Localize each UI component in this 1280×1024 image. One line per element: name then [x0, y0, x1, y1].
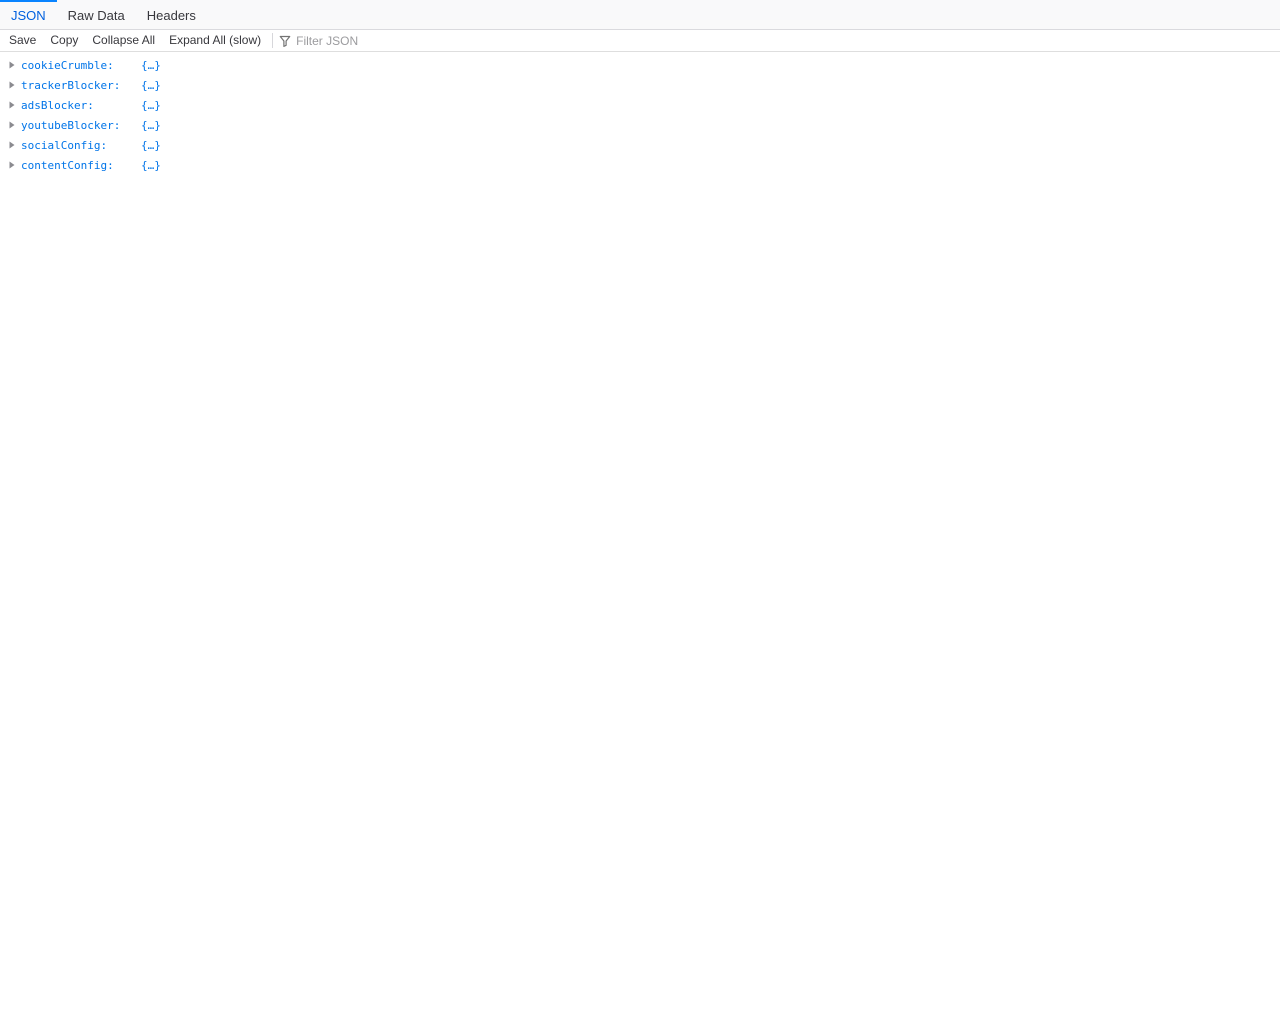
json-key: cookieCrumble: — [21, 58, 114, 72]
funnel-icon — [279, 35, 291, 47]
json-collapsed-value: {…} — [141, 118, 161, 132]
tree-row-socialConfig[interactable]: socialConfig: {…} — [0, 135, 1280, 155]
expander-triangle-icon[interactable] — [8, 61, 16, 69]
expander-triangle-icon[interactable] — [8, 161, 16, 169]
json-collapsed-value: {…} — [141, 78, 161, 92]
tab-raw-data[interactable]: Raw Data — [57, 0, 136, 29]
tree-row-adsBlocker[interactable]: adsBlocker: {…} — [0, 95, 1280, 115]
tab-json-label: JSON — [11, 8, 46, 23]
tree-row-youtubeBlocker[interactable]: youtubeBlocker: {…} — [0, 115, 1280, 135]
json-key: contentConfig: — [21, 158, 114, 172]
json-toolbar: Save Copy Collapse All Expand All (slow) — [0, 30, 1280, 52]
json-collapsed-value: {…} — [141, 58, 161, 72]
json-key: trackerBlocker: — [21, 78, 121, 92]
filter-container — [279, 33, 517, 48]
filter-json-input[interactable] — [296, 33, 517, 48]
json-key: youtubeBlocker: — [21, 118, 121, 132]
json-collapsed-value: {…} — [141, 138, 161, 152]
tab-headers-label: Headers — [146, 8, 196, 23]
expander-triangle-icon[interactable] — [8, 141, 16, 149]
tab-headers[interactable]: Headers — [136, 0, 207, 29]
copy-button[interactable]: Copy — [44, 30, 84, 51]
json-key: socialConfig: — [21, 138, 108, 152]
tree-row-cookieCrumble[interactable]: cookieCrumble: {…} — [0, 55, 1280, 75]
tab-json[interactable]: JSON — [0, 0, 57, 29]
json-tree-panel: cookieCrumble: {…} trackerBlocker: {…} a… — [0, 52, 1280, 175]
expand-all-button[interactable]: Expand All (slow) — [163, 30, 267, 51]
viewer-tabbar: JSON Raw Data Headers — [0, 0, 1280, 30]
json-key: adsBlocker: — [21, 98, 94, 112]
save-button[interactable]: Save — [3, 30, 42, 51]
json-collapsed-value: {…} — [141, 98, 161, 112]
expander-triangle-icon[interactable] — [8, 121, 16, 129]
collapse-all-button[interactable]: Collapse All — [86, 30, 161, 51]
json-collapsed-value: {…} — [141, 158, 161, 172]
tree-row-contentConfig[interactable]: contentConfig: {…} — [0, 155, 1280, 175]
expander-triangle-icon[interactable] — [8, 81, 16, 89]
toolbar-separator — [272, 33, 274, 48]
tree-row-trackerBlocker[interactable]: trackerBlocker: {…} — [0, 75, 1280, 95]
expander-triangle-icon[interactable] — [8, 101, 16, 109]
tab-raw-data-label: Raw Data — [67, 8, 125, 23]
